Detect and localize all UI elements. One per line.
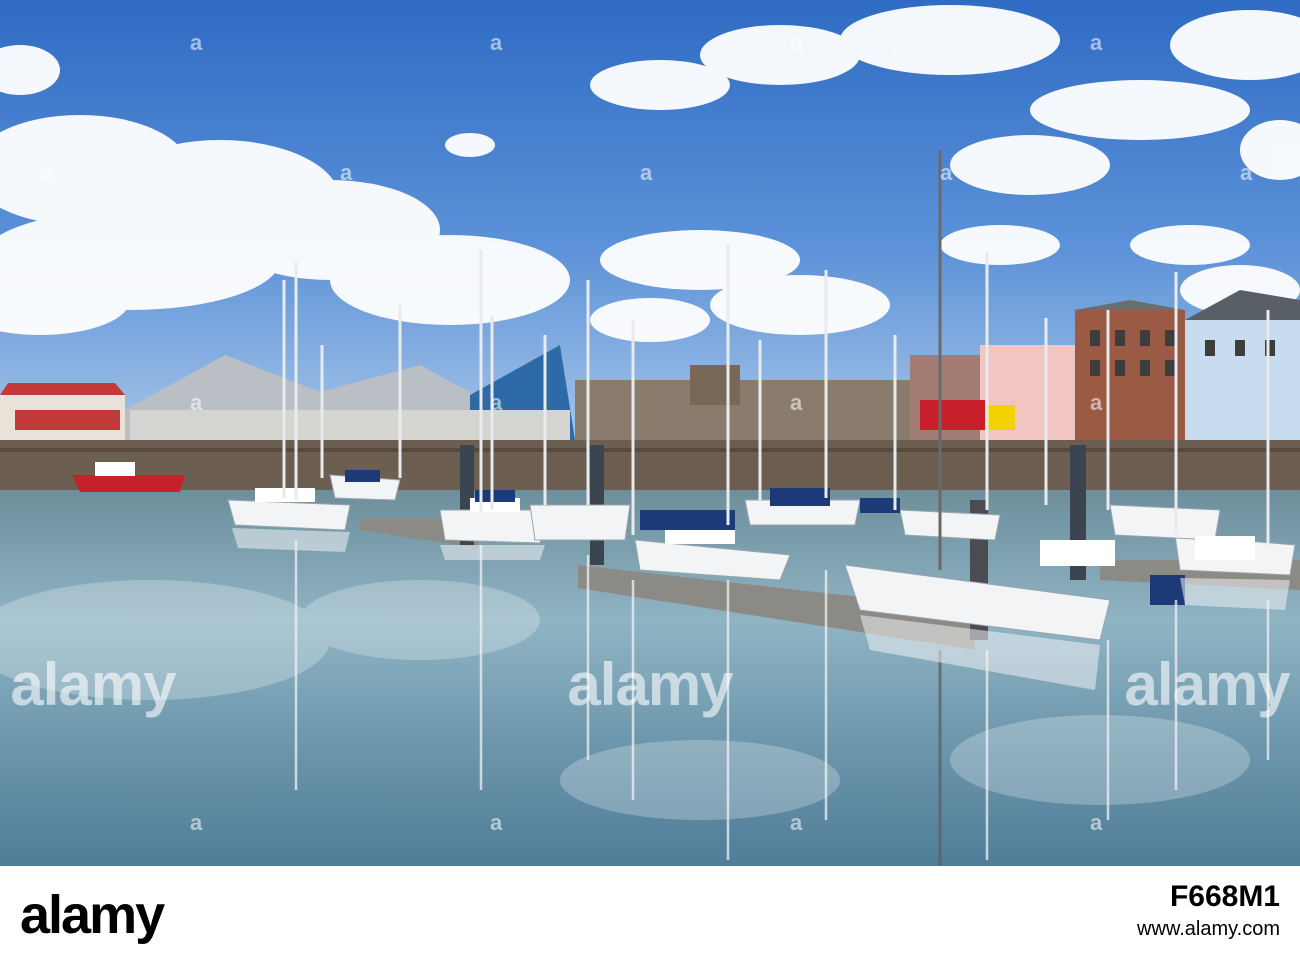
watermark-a-icon: a xyxy=(190,810,204,835)
watermark-a-icon: a xyxy=(340,160,354,185)
watermark-strip: alamy F668M1 www.alamy.com xyxy=(0,866,1300,956)
watermark-a-icon: a xyxy=(190,30,204,55)
image-info: F668M1 www.alamy.com xyxy=(1137,880,1280,941)
watermark-brand-right: alamy xyxy=(1124,651,1291,718)
watermark-brand-middle: alamy xyxy=(567,651,733,718)
watermark-a-icon: a xyxy=(190,390,204,415)
watermark-a-icon: a xyxy=(1090,390,1104,415)
watermark-brand-left: alamy xyxy=(10,651,176,718)
watermark-center: alamy alamy alamy xyxy=(0,650,1300,719)
watermark-a-icon: a xyxy=(490,810,504,835)
watermark-a-icon: a xyxy=(490,390,504,415)
watermark-a-icon: a xyxy=(940,160,954,185)
watermark-a-icon: a xyxy=(640,160,654,185)
harbour-scene xyxy=(0,0,1300,866)
watermark-a-icon: a xyxy=(490,30,504,55)
watermark-a-icon: a xyxy=(790,810,804,835)
watermark-a-icon: a xyxy=(790,390,804,415)
watermark-a-icon: a xyxy=(40,160,54,185)
harbour-photo: a a a a a a a a a a a a a a a a a alamy … xyxy=(0,0,1300,866)
watermark-a-icon: a xyxy=(1240,160,1254,185)
quay-wall xyxy=(0,440,1300,490)
watermark-a-icon: a xyxy=(1090,810,1104,835)
watermark-a-icon: a xyxy=(790,30,804,55)
site-url[interactable]: www.alamy.com xyxy=(1137,918,1280,941)
watermark-a-icon: a xyxy=(1090,30,1104,55)
brand-logo: alamy xyxy=(20,885,165,945)
image-id: F668M1 xyxy=(1169,880,1280,913)
stock-photo: a a a a a a a a a a a a a a a a a alamy … xyxy=(0,0,1300,956)
